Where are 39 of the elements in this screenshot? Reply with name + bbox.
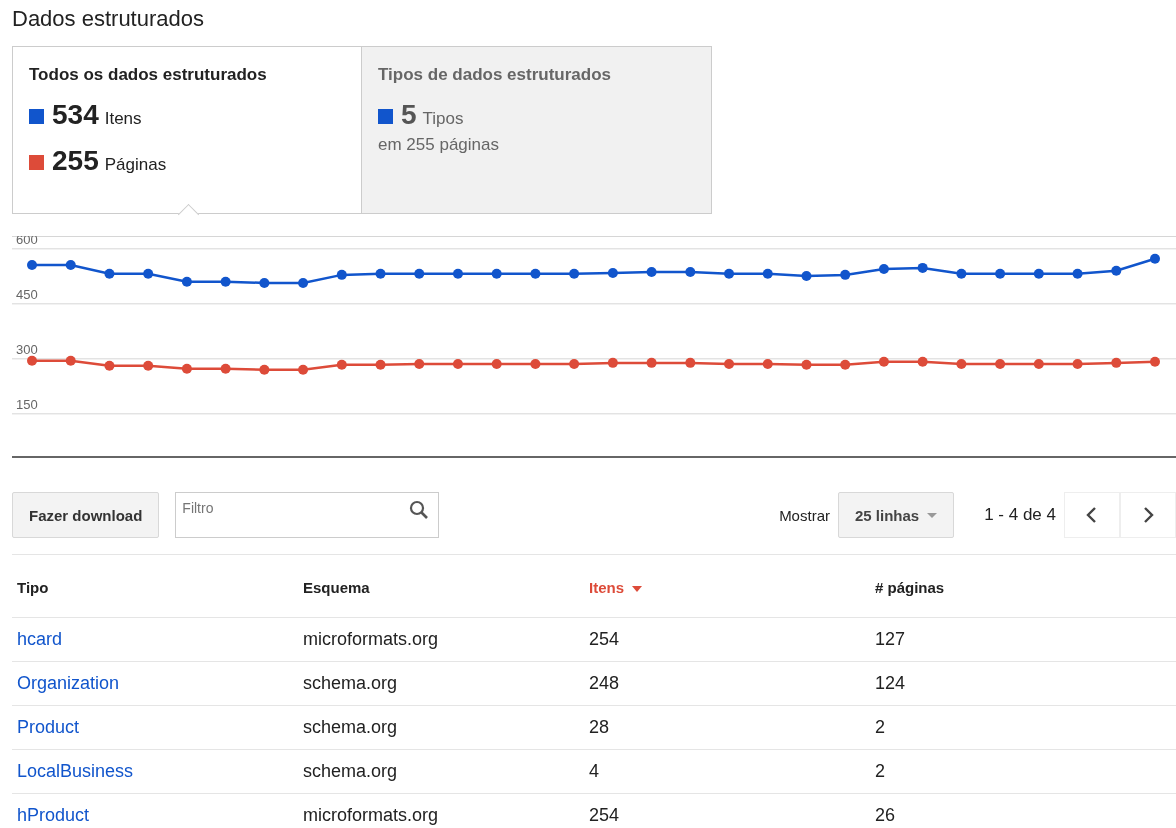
previous-page-button[interactable]	[1064, 492, 1120, 538]
table-cell: 28	[589, 717, 610, 737]
table-cell: 254	[589, 629, 620, 649]
table-cell: schema.org	[303, 761, 398, 781]
download-button[interactable]: Fazer download	[12, 492, 160, 538]
y-tick-label: 300	[16, 341, 38, 357]
table-cell: schema.org	[303, 717, 398, 737]
y-tick-label: 450	[16, 286, 38, 302]
next-page-button[interactable]	[1120, 492, 1176, 538]
search-icon	[409, 500, 430, 520]
show-label: Mostrar	[779, 506, 830, 524]
column-header[interactable]: Itens	[589, 578, 642, 596]
table-cell: microformats.org	[303, 805, 439, 825]
table-cell: schema.org	[303, 673, 398, 693]
chevron-right-icon	[1141, 506, 1155, 524]
chevron-left-icon	[1085, 506, 1099, 524]
y-tick-label: 150	[16, 396, 38, 412]
table-cell: 2	[875, 717, 885, 737]
table-cell: 248	[589, 673, 620, 693]
page-title: Dados estruturados	[12, 6, 205, 32]
table-cell: microformats.org	[303, 629, 439, 649]
column-header[interactable]: Tipo	[17, 578, 49, 596]
type-link[interactable]: Product	[17, 717, 80, 737]
column-header[interactable]: # páginas	[875, 578, 945, 596]
summary-tab[interactable]: Tipos de dados estruturados 5 Tipos em 255 páginas	[362, 46, 712, 214]
column-header[interactable]: Esquema	[303, 578, 370, 596]
filter-field[interactable]: Filtro	[175, 492, 440, 538]
rows-dropdown[interactable]: 25 linhas	[837, 492, 955, 538]
table-cell: 127	[875, 629, 906, 649]
table-cell: 26	[875, 805, 896, 825]
table-cell: 4	[589, 761, 599, 781]
type-link[interactable]: hcard	[17, 629, 63, 649]
type-link[interactable]: LocalBusiness	[17, 761, 134, 781]
table-cell: 2	[875, 761, 885, 781]
table-cell: 124	[875, 673, 906, 693]
table-cell: 254	[589, 805, 620, 825]
type-link[interactable]: Organization	[17, 673, 120, 693]
page-range: 1 - 4 de 4	[984, 505, 1056, 525]
type-link[interactable]: hProduct	[17, 805, 90, 825]
